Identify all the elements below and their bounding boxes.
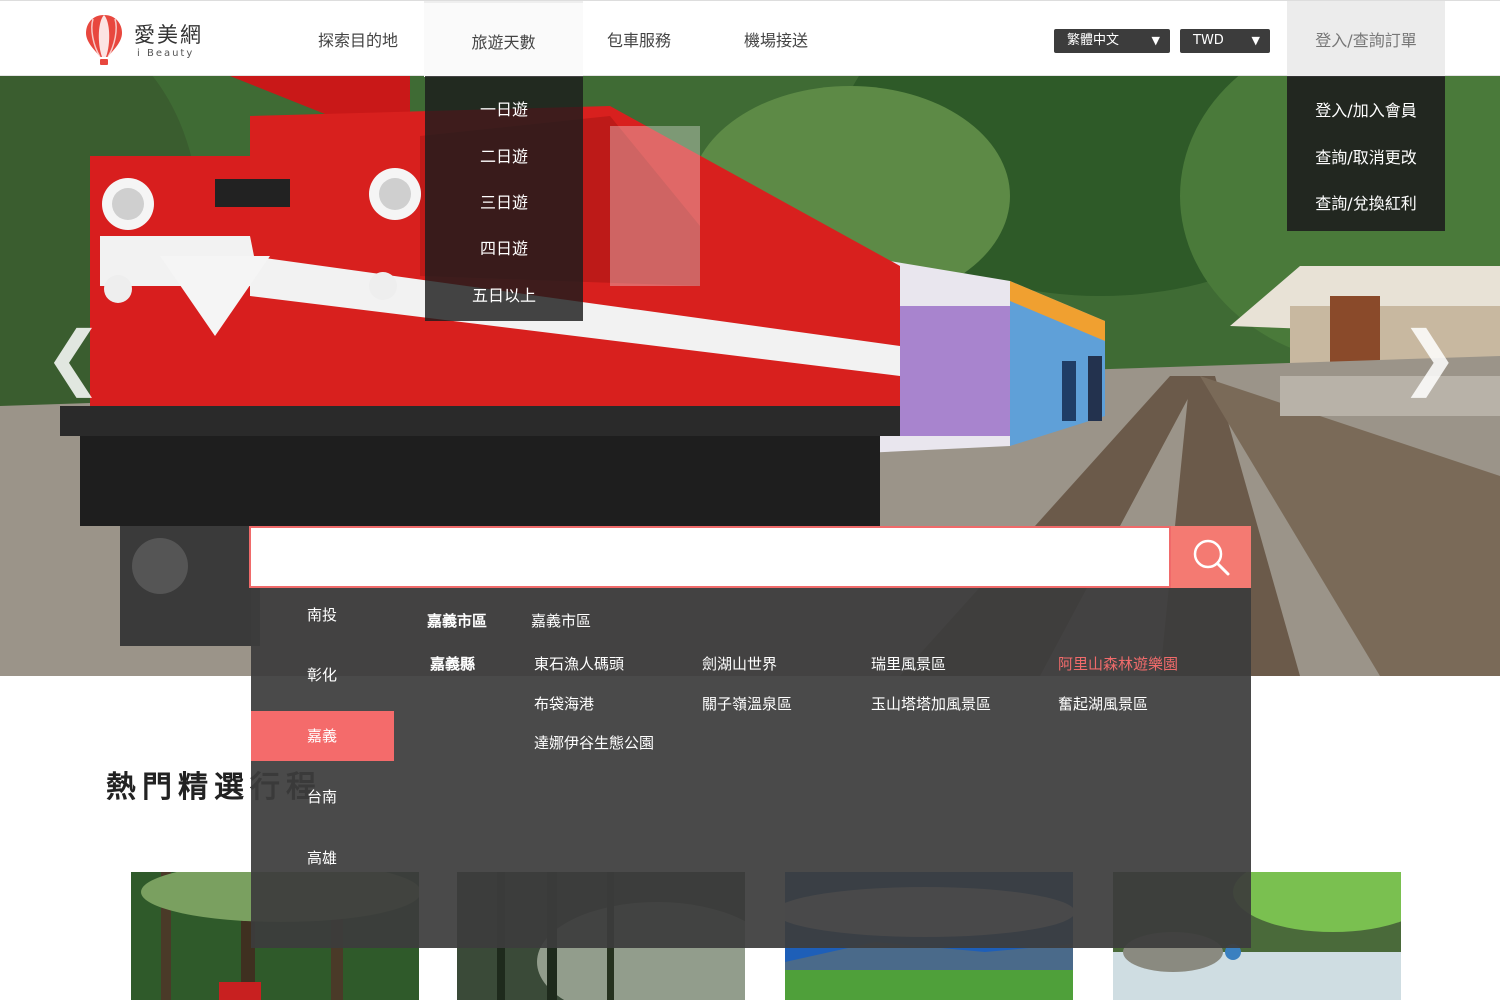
region-item-tainan[interactable]: 台南	[251, 772, 394, 822]
nav-explore-destinations[interactable]: 探索目的地	[318, 1, 398, 77]
nav-airport-transfer[interactable]: 機場接送	[744, 1, 808, 77]
login-dropdown: 登入/加入會員 查詢/取消更改 查詢/兌換紅利	[1287, 76, 1445, 231]
region-item-nantou[interactable]: 南投	[251, 590, 394, 640]
brand-name: 愛美網	[134, 23, 203, 47]
region-item-chiayi[interactable]: 嘉義	[251, 711, 394, 761]
spot-budai-harbor[interactable]: 布袋海港	[534, 693, 594, 714]
spot-chiayi-city[interactable]: 嘉義市區	[531, 610, 591, 631]
area-label-city[interactable]: 嘉義市區	[427, 610, 487, 631]
spot-tataka[interactable]: 玉山塔塔加風景區	[871, 693, 991, 714]
language-select-value: 繁體中文	[1067, 33, 1120, 48]
search-icon	[1193, 539, 1230, 576]
search-input[interactable]	[249, 526, 1171, 588]
currency-select[interactable]: TWD ▼	[1180, 29, 1270, 53]
search-button[interactable]	[1171, 526, 1251, 588]
page: 愛美網 i Beauty 探索目的地 旅遊天數 包車服務 機場接送 繁體中文 ▼…	[0, 0, 1500, 1000]
spot-alishan[interactable]: 阿里山森林遊樂園	[1058, 653, 1178, 674]
region-item-changhua[interactable]: 彰化	[251, 650, 394, 700]
days-item-four-day[interactable]: 四日遊	[425, 235, 583, 259]
spot-dongshi-wharf[interactable]: 東石漁人碼頭	[534, 653, 624, 674]
spot-guanziling[interactable]: 關子嶺溫泉區	[702, 693, 792, 714]
site-logo[interactable]: 愛美網 i Beauty	[84, 13, 214, 67]
hero-prev-arrow[interactable]: ❮	[44, 316, 103, 398]
nav-travel-days[interactable]: 旅遊天數	[424, 1, 583, 77]
balloon-icon	[86, 15, 122, 65]
login-item-manage-order[interactable]: 查詢/取消更改	[1287, 144, 1445, 168]
nav-charter-service[interactable]: 包車服務	[607, 1, 671, 77]
region-dropdown: 南投 彰化 嘉義 台南 高雄 嘉義市區 嘉義市區 嘉義縣 東石漁人碼頭 劍湖山世…	[251, 588, 1251, 948]
spot-ruili[interactable]: 瑞里風景區	[871, 653, 946, 674]
login-order-tab[interactable]: 登入/查詢訂單	[1287, 1, 1445, 77]
hero-next-arrow[interactable]: ❯	[1400, 316, 1459, 398]
days-item-one-day[interactable]: 一日遊	[425, 96, 583, 120]
chevron-down-icon: ▼	[1151, 34, 1160, 47]
travel-days-dropdown: 一日遊 二日遊 三日遊 四日遊 五日以上	[425, 76, 583, 321]
spot-tanayiku[interactable]: 達娜伊谷生態公園	[534, 732, 654, 753]
area-label-county[interactable]: 嘉義縣	[430, 653, 475, 674]
chevron-down-icon: ▼	[1251, 34, 1260, 47]
login-item-member[interactable]: 登入/加入會員	[1287, 97, 1445, 121]
currency-select-value: TWD	[1193, 33, 1224, 48]
language-select[interactable]: 繁體中文 ▼	[1054, 29, 1170, 53]
site-header: 愛美網 i Beauty 探索目的地 旅遊天數 包車服務 機場接送 繁體中文 ▼…	[0, 0, 1500, 77]
spot-fenqihu[interactable]: 奮起湖風景區	[1058, 693, 1148, 714]
login-item-bonus[interactable]: 查詢/兌換紅利	[1287, 190, 1445, 214]
days-item-five-plus[interactable]: 五日以上	[425, 282, 583, 306]
region-item-kaohsiung[interactable]: 高雄	[251, 833, 394, 883]
brand-subtitle: i Beauty	[137, 48, 195, 59]
days-item-three-day[interactable]: 三日遊	[425, 189, 583, 213]
days-item-two-day[interactable]: 二日遊	[425, 143, 583, 167]
spot-janfusun[interactable]: 劍湖山世界	[702, 653, 777, 674]
